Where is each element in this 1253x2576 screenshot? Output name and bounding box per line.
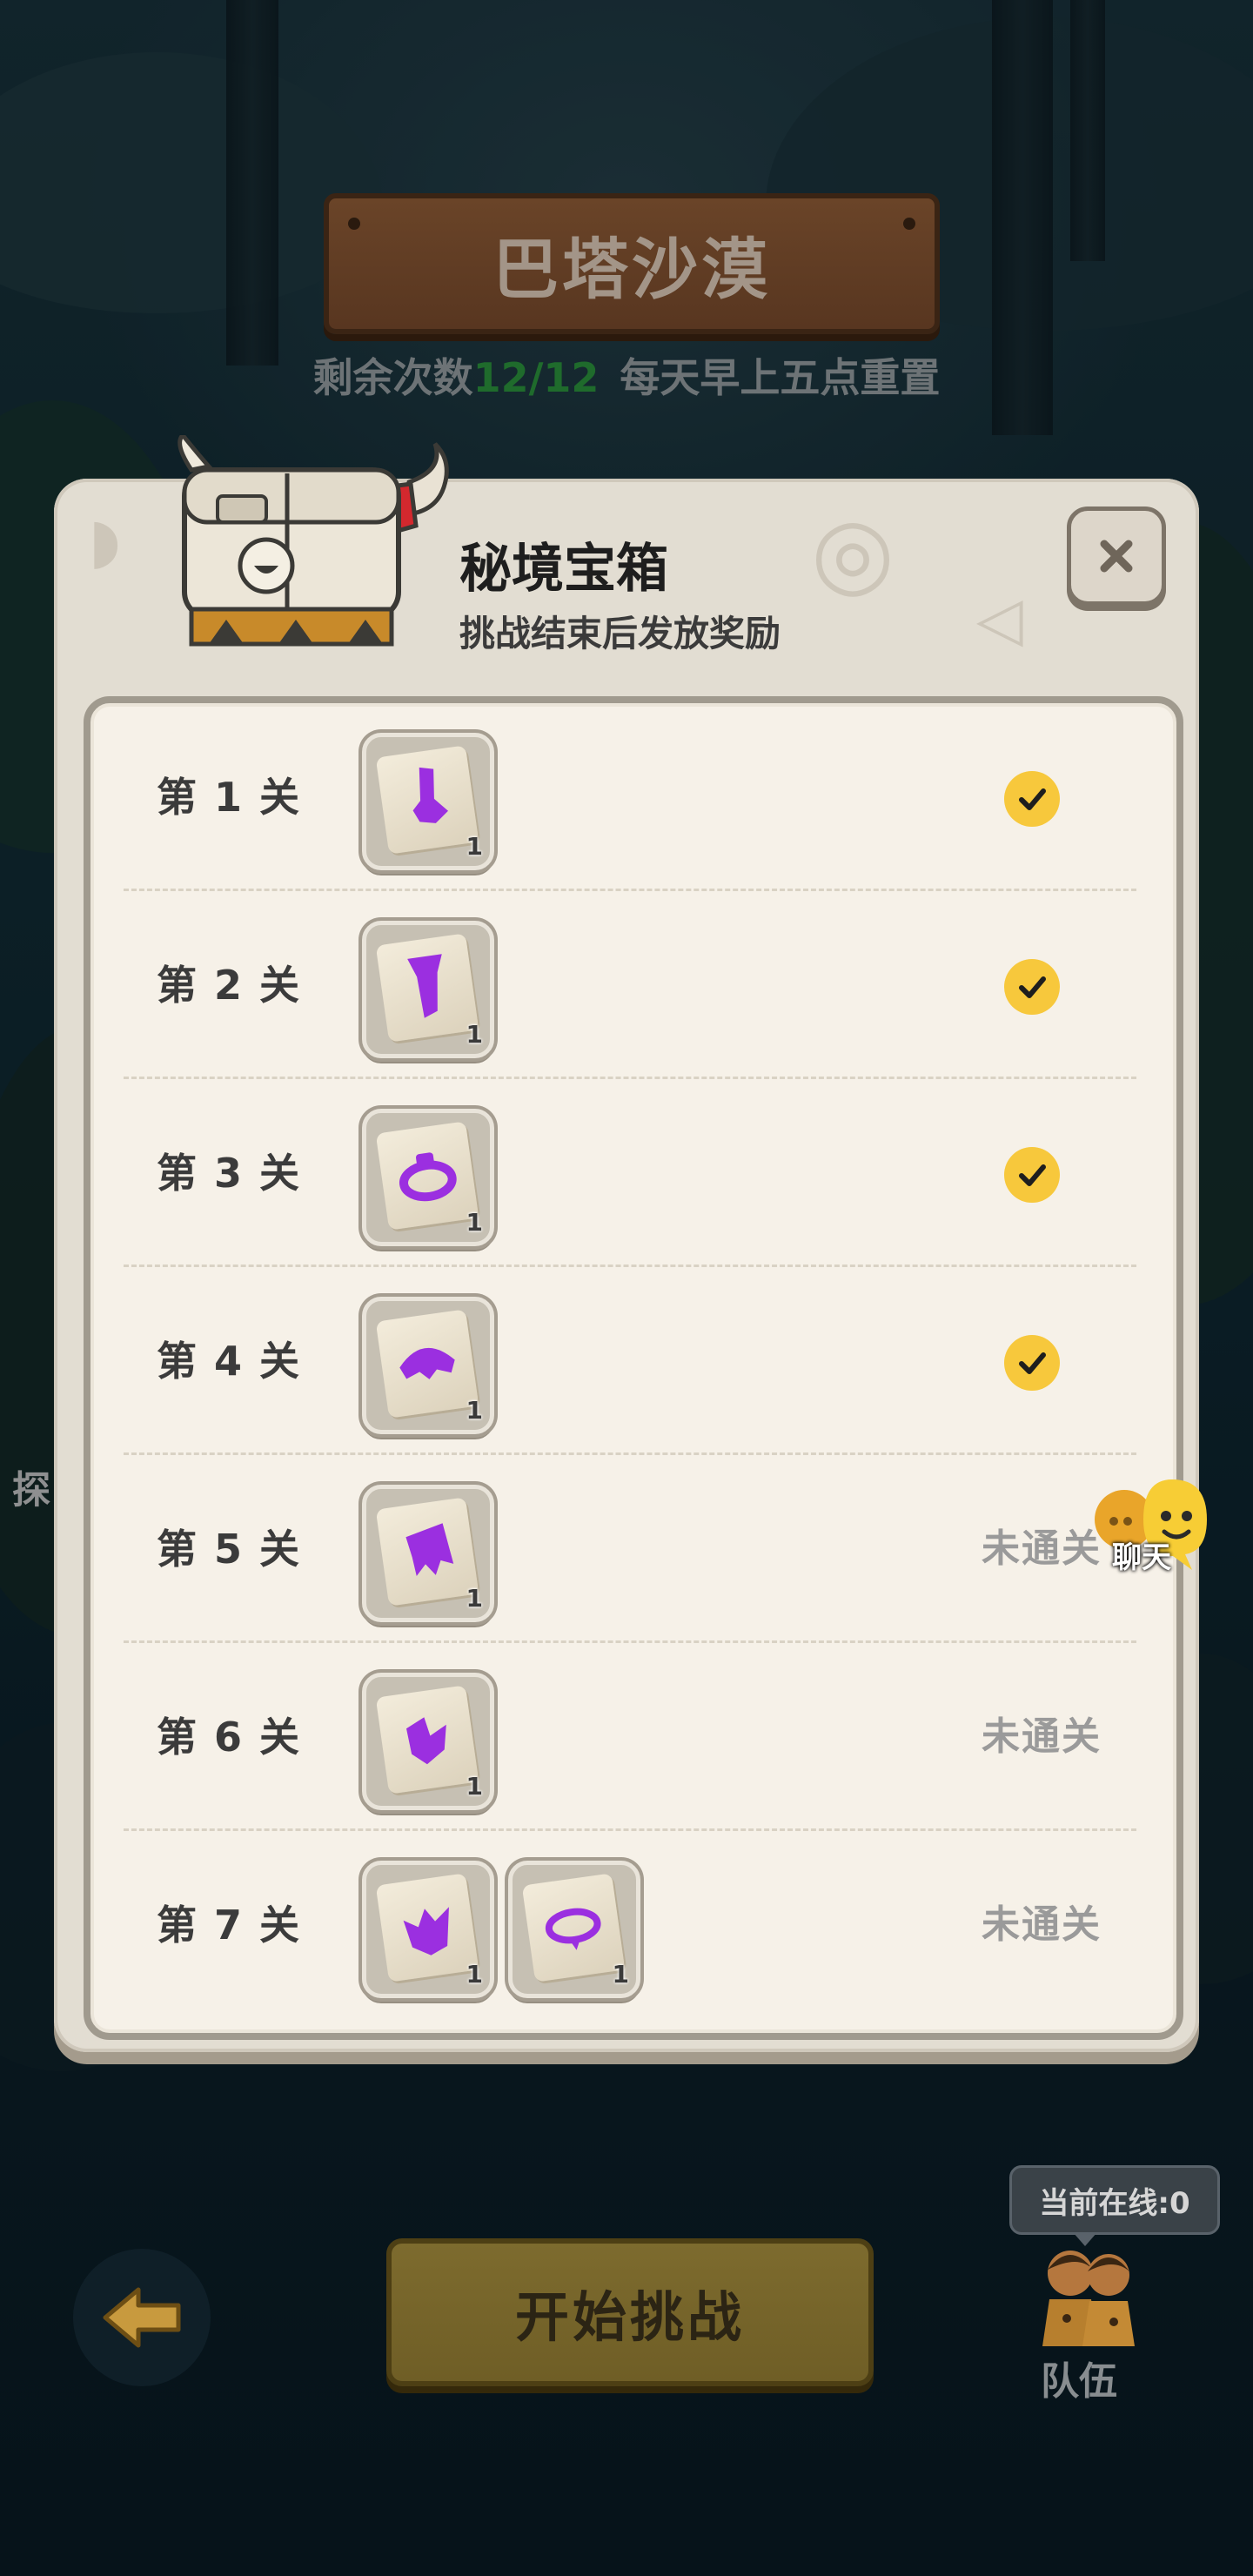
- level-row-4: 第 4 关 1: [90, 1267, 1176, 1455]
- level-label: 第 1 关: [157, 774, 302, 821]
- reward-item[interactable]: 1: [508, 1861, 640, 1998]
- remaining-count: 12/12: [472, 354, 600, 401]
- reward-quantity: 1: [612, 1960, 629, 1989]
- reward-quantity: 1: [466, 1584, 483, 1613]
- treasure-chest-modal: ◎ ◁ ◗ 秘境宝箱 挑战结束后发放奖励 第 1 关 1 第 2 关 1 第 3…: [54, 479, 1199, 2052]
- reward-item[interactable]: 1: [362, 1485, 494, 1622]
- treasure-chest-icon: [178, 435, 449, 647]
- level-row-2: 第 2 关 1: [90, 891, 1176, 1079]
- status-not-cleared: 未通关: [982, 1902, 1102, 1947]
- gloves-fragment-icon: [405, 1717, 446, 1765]
- cleared-check-icon: [1004, 771, 1060, 827]
- level-row-1: 第 1 关 1: [90, 703, 1176, 891]
- start-challenge-button[interactable]: 开始挑战: [386, 2238, 874, 2386]
- reward-quantity: 1: [466, 1960, 483, 1989]
- reward-item[interactable]: 1: [362, 733, 494, 870]
- level-label: 第 7 关: [157, 1902, 302, 1949]
- level-row-6: 第 6 关 1 未通关: [90, 1643, 1176, 1831]
- close-icon: [1100, 540, 1133, 573]
- boot-fragment-icon: [412, 767, 449, 823]
- reward-item[interactable]: 1: [362, 1861, 494, 1998]
- modal-title: 秘境宝箱: [459, 539, 668, 600]
- chat-label[interactable]: 聊天: [1112, 1533, 1171, 1576]
- necklace-fragment-icon: [545, 1908, 601, 1950]
- reward-quantity: 1: [466, 1772, 483, 1801]
- modal-subtitle: 挑战结束后发放奖励: [459, 613, 781, 654]
- helmet-fragment-icon: [399, 1347, 455, 1379]
- level-row-5: 第 5 关 1 未通关: [90, 1455, 1176, 1643]
- reward-quantity: 1: [466, 1020, 483, 1049]
- level-reward-list: 第 1 关 1 第 2 关 1 第 3 关 1 第 4 关 1 第 5 关 1 …: [84, 696, 1183, 2040]
- level-row-3: 第 3 关 1: [90, 1079, 1176, 1267]
- cleared-check-icon: [1004, 959, 1060, 1015]
- status-not-cleared: 未通关: [982, 1714, 1102, 1759]
- reset-note: 每天早上五点重置: [620, 354, 941, 401]
- ring-fragment-icon: [399, 1152, 457, 1202]
- reward-item[interactable]: 1: [362, 1297, 494, 1434]
- level-label: 第 5 关: [157, 1526, 302, 1573]
- online-count-badge: 当前在线:0: [1009, 2165, 1220, 2246]
- stage-title-board: 巴塔沙漠: [324, 193, 940, 334]
- back-button[interactable]: [73, 2249, 211, 2386]
- level-row-7: 第 7 关 1 1 未通关: [90, 1831, 1176, 2019]
- team-icon[interactable]: [1018, 2235, 1157, 2348]
- leg-armor-fragment-icon: [407, 954, 442, 1018]
- stage-title: 巴塔沙漠: [492, 231, 771, 308]
- status-not-cleared: 未通关: [982, 1526, 1102, 1571]
- remaining-label: 剩余次数: [312, 354, 473, 401]
- reward-quantity: 1: [466, 1208, 483, 1237]
- level-label: 第 4 关: [157, 1338, 302, 1385]
- level-label: 第 2 关: [157, 962, 302, 1009]
- cleared-check-icon: [1004, 1147, 1060, 1203]
- team-label[interactable]: 队伍: [1041, 2350, 1117, 2405]
- reward-quantity: 1: [466, 1396, 483, 1425]
- close-button[interactable]: [1067, 506, 1166, 606]
- armor-fragment-icon: [403, 1907, 449, 1955]
- reward-item[interactable]: 1: [362, 1673, 494, 1810]
- level-label: 第 6 关: [157, 1714, 302, 1761]
- reward-quantity: 1: [466, 832, 483, 861]
- cleared-check-icon: [1004, 1335, 1060, 1391]
- start-challenge-label: 开始挑战: [514, 2285, 745, 2349]
- cape-fragment-icon: [405, 1523, 454, 1576]
- reward-item[interactable]: 1: [362, 1109, 494, 1246]
- reward-item[interactable]: 1: [362, 921, 494, 1058]
- swirl-decoration: ◎: [811, 496, 895, 607]
- leaf-decoration: ◗: [89, 505, 121, 576]
- triangle-decoration: ◁: [976, 583, 1023, 654]
- side-peek-text: 探: [12, 1468, 50, 1513]
- level-label: 第 3 关: [157, 1150, 302, 1197]
- back-arrow-icon: [103, 2287, 181, 2348]
- remaining-attempts: 剩余次数12/12 每天早上五点重置: [0, 346, 1253, 404]
